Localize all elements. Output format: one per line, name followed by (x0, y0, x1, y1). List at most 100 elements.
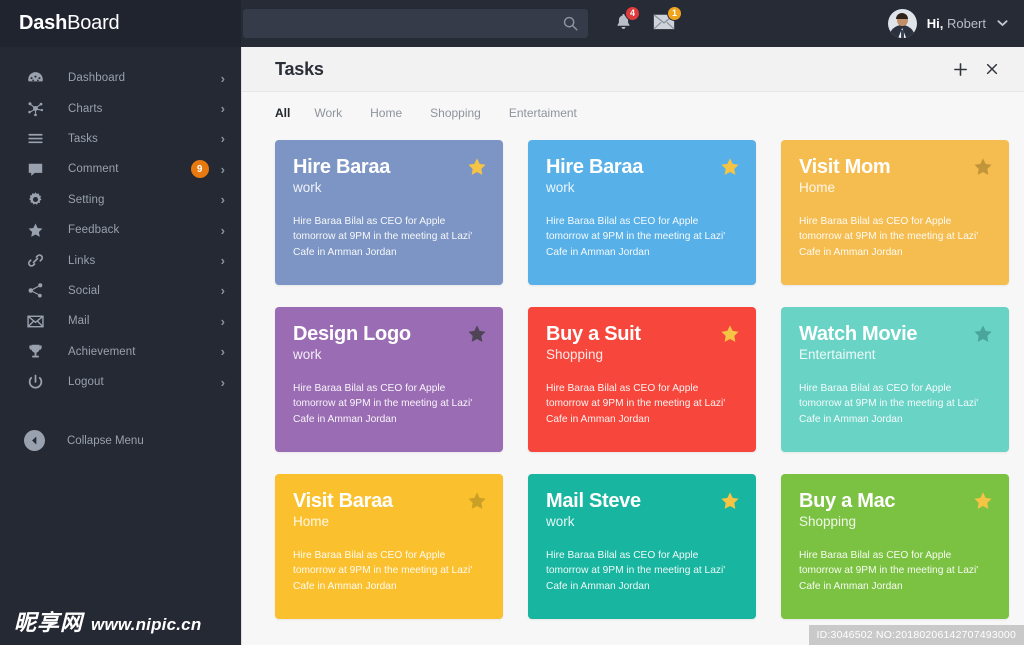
collapse-menu-label: Collapse Menu (67, 434, 144, 447)
gauge-icon (24, 67, 46, 89)
star-icon[interactable] (719, 156, 741, 178)
sidebar-item-label: Charts (68, 102, 103, 115)
task-card-body: Hire Baraa Bilal as CEO for Apple tomorr… (799, 216, 979, 258)
messages-button[interactable]: 1 (653, 5, 682, 36)
task-card-title: Hire Baraa (546, 156, 644, 178)
bell-badge: 4 (625, 5, 640, 21)
list-icon (24, 128, 46, 150)
sidebar-item-logout[interactable]: Logout › (0, 367, 241, 397)
sidebar-item-comment[interactable]: Comment 9 › (0, 154, 241, 184)
envelope-icon (24, 310, 46, 332)
sidebar-item-dashboard[interactable]: Dashboard › (0, 63, 241, 93)
sidebar-item-links[interactable]: Links › (0, 245, 241, 275)
sidebar-item-feedback[interactable]: Feedback › (0, 215, 241, 245)
task-card-category: Shopping (799, 514, 857, 529)
tab-entertaiment[interactable]: Entertaiment (509, 106, 595, 120)
task-card-body: Hire Baraa Bilal as CEO for Apple tomorr… (546, 216, 726, 258)
page-title: Tasks (275, 58, 324, 79)
task-card[interactable]: Watch Movie Entertaiment Hire Baraa Bilal … (781, 307, 1009, 452)
task-card[interactable]: Hire Baraa work Hire Baraa Bilal as CEO fo… (528, 140, 756, 285)
close-icon[interactable] (982, 59, 1002, 79)
star-icon[interactable] (972, 156, 994, 178)
network-icon (24, 98, 46, 120)
task-card[interactable]: Visit Baraa Home Hire Baraa Bilal as CEO f… (275, 474, 503, 619)
star-icon[interactable] (972, 490, 994, 512)
power-icon (24, 371, 46, 393)
share-icon (24, 280, 46, 302)
panel-actions (950, 59, 1002, 79)
tab-work[interactable]: Work (314, 106, 360, 120)
star-icon[interactable] (719, 490, 741, 512)
star-icon[interactable] (466, 490, 488, 512)
sidebar-item-label: Links (68, 254, 96, 267)
task-card[interactable]: Buy a Suit Shopping Hire Baraa Bilal as CE… (528, 307, 756, 452)
chevron-right-icon: › (220, 131, 225, 147)
task-card-title: Buy a Mac (799, 490, 896, 512)
task-card-body: Hire Baraa Bilal as CEO for Apple tomorr… (799, 550, 979, 592)
tab-home[interactable]: Home (370, 106, 420, 120)
sidebar-item-tasks[interactable]: Tasks › (0, 124, 241, 154)
task-card[interactable]: Mail Steve work Hire Baraa Bilal as CEO fo… (528, 474, 756, 619)
task-card-body: Hire Baraa Bilal as CEO for Apple tomorr… (546, 550, 726, 592)
tab-all[interactable]: All (275, 106, 304, 120)
chevron-right-icon: › (220, 70, 225, 86)
id-tag: ID:3046502 NO:20180206142707493000 (808, 625, 1024, 645)
search-input[interactable] (243, 9, 588, 38)
task-card-body: Hire Baraa Bilal as CEO for Apple tomorr… (799, 383, 979, 425)
chevron-right-icon: › (220, 313, 225, 329)
tab-shopping[interactable]: Shopping (430, 106, 499, 120)
sidebar-item-label: Dashboard (68, 72, 126, 85)
sidebar-item-label: Social (68, 284, 100, 297)
sidebar-item-charts[interactable]: Charts › (0, 93, 241, 123)
task-card-body: Hire Baraa Bilal as CEO for Apple tomorr… (293, 216, 473, 258)
sidebar-item-label: Mail (68, 315, 90, 328)
chevron-left-circle-icon (24, 430, 45, 452)
tasks-panel: Tasks All Work Home Shopping Entertaimen… (241, 47, 1024, 645)
star-icon[interactable] (972, 323, 994, 345)
watermark-url: www.nipic.cn (91, 615, 202, 634)
task-card-category: Home (799, 180, 836, 195)
sidebar: DashBoard Dashboard › Charts › Tasks › C… (0, 0, 241, 645)
task-card-category: Home (293, 514, 330, 529)
chevron-right-icon: › (220, 192, 225, 208)
trophy-icon (24, 341, 46, 363)
star-icon (24, 219, 46, 241)
sidebar-item-achievement[interactable]: Achievement › (0, 337, 241, 367)
watermark-cn: 昵享网 (14, 611, 84, 636)
task-card[interactable]: Visit Mom Home Hire Baraa Bilal as CEO for… (781, 140, 1009, 285)
sidebar-item-label: Comment (68, 163, 119, 176)
comment-badge: 9 (190, 160, 209, 179)
notifications-button[interactable]: 4 (614, 5, 640, 36)
avatar (887, 9, 917, 38)
sidebar-item-social[interactable]: Social › (0, 276, 241, 306)
main-area: 4 1 Hi, Robert Tasks All Work Home Shopp… (241, 0, 1024, 645)
chevron-right-icon: › (220, 374, 225, 390)
star-icon[interactable] (466, 323, 488, 345)
task-card[interactable]: Buy a Mac Shopping Hire Baraa Bilal as CEO… (781, 474, 1009, 619)
star-icon[interactable] (466, 156, 488, 178)
greeting-text: Hi, (926, 16, 944, 31)
brand-logo[interactable]: DashBoard (0, 0, 241, 47)
dashboard-app: DashBoard Dashboard › Charts › Tasks › C… (0, 0, 1024, 645)
panel-header: Tasks (242, 47, 1024, 92)
user-profile-menu[interactable]: Hi, Robert (887, 9, 1010, 38)
chevron-down-icon (997, 18, 1008, 30)
brand-text: DashBoard (19, 12, 120, 35)
plus-icon[interactable] (950, 59, 970, 79)
task-card-body: Hire Baraa Bilal as CEO for Apple tomorr… (546, 383, 726, 425)
task-card-category: Entertaiment (799, 347, 876, 362)
sidebar-item-setting[interactable]: Setting › (0, 185, 241, 215)
gear-icon (24, 189, 46, 211)
collapse-menu-button[interactable]: Collapse Menu (0, 430, 241, 452)
task-card[interactable]: Design Logo work Hire Baraa Bilal as CEO f… (275, 307, 503, 452)
brand-bold: Dash (19, 12, 68, 34)
task-card-title: Design Logo (293, 323, 411, 345)
sidebar-item-label: Feedback (68, 224, 120, 237)
sidebar-item-mail[interactable]: Mail › (0, 306, 241, 336)
comment-icon (24, 158, 46, 180)
brand-light: Board (67, 12, 120, 34)
task-card[interactable]: Hire Baraa work Hire Baraa Bilal as CEO fo… (275, 140, 503, 285)
star-icon[interactable] (719, 323, 741, 345)
task-card-category: Shopping (546, 347, 604, 362)
task-card-body: Hire Baraa Bilal as CEO for Apple tomorr… (293, 550, 473, 592)
